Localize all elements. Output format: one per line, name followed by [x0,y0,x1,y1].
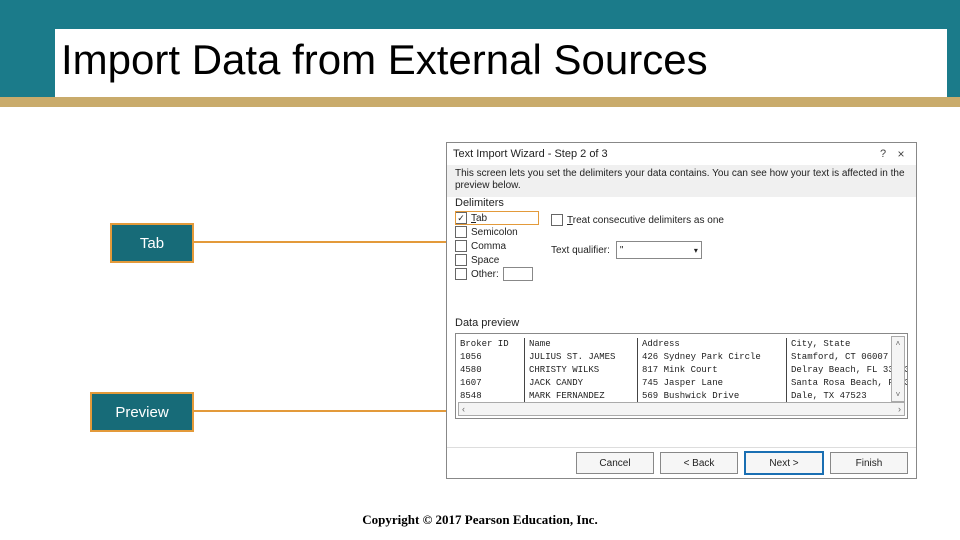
scroll-left-icon: ‹ [462,404,465,414]
scroll-down-icon: ˅ [896,390,901,399]
scroll-right-icon: › [898,404,901,414]
cancel-button[interactable]: Cancel [576,452,654,474]
delimiters-label: Delimiters [455,197,908,209]
dialog-body: Delimiters Tab Semicolon Comma [447,191,916,446]
close-icon[interactable]: × [892,147,910,161]
delimiter-tab-label: Tab [471,213,487,224]
scroll-up-icon: ˄ [896,339,901,348]
delimiter-extra-options: Treat consecutive delimiters as one Text… [551,213,891,259]
checkbox-icon [455,268,467,280]
checkbox-icon [455,240,467,252]
next-button[interactable]: Next > [744,451,824,475]
checkbox-icon [551,214,563,226]
data-preview-section: Data preview Broker ID Name Address City… [455,317,908,419]
text-import-wizard-dialog: Text Import Wizard - Step 2 of 3 ? × Thi… [446,142,917,479]
chevron-down-icon: ▾ [694,246,698,255]
delimiter-other-label: Other: [471,269,499,280]
data-preview-label: Data preview [455,317,908,329]
dialog-button-row: Cancel < Back Next > Finish [447,447,916,478]
dialog-title: Text Import Wizard - Step 2 of 3 [453,148,874,160]
title-bar: Import Data from External Sources [0,0,960,107]
delimiter-other-checkbox[interactable]: Other: [455,267,539,281]
table-row: 1607 JACK CANDY 745 Jasper Lane Santa Ro… [460,377,908,390]
preview-horizontal-scrollbar[interactable]: ‹ › [458,402,905,416]
delimiter-semicolon-checkbox[interactable]: Semicolon [455,225,539,239]
delimiter-space-label: Space [471,255,499,266]
delimiters-area: Tab Semicolon Comma Space [455,211,908,289]
delimiter-semicolon-label: Semicolon [471,227,518,238]
treat-consecutive-checkbox[interactable]: Treat consecutive delimiters as one [551,213,891,227]
leader-line-tab [192,241,446,243]
callout-preview: Preview [90,392,194,432]
title-underline-gold [0,97,960,107]
text-qualifier-value: " [620,245,624,256]
delimiter-other-input[interactable] [503,267,533,281]
data-preview-box: Broker ID Name Address City, State 1056 … [455,333,908,419]
slide-title: Import Data from External Sources [55,29,947,97]
col-header: Address [642,338,787,351]
delimiter-comma-label: Comma [471,241,506,252]
leader-line-preview [192,410,446,412]
table-row: 1056 JULIUS ST. JAMES 426 Sydney Park Ci… [460,351,908,364]
delimiter-space-checkbox[interactable]: Space [455,253,539,267]
help-icon[interactable]: ? [874,148,892,160]
text-qualifier-row: Text qualifier: " ▾ [551,241,891,259]
table-row: 4580 CHRISTY WILKS 817 Mink Court Delray… [460,364,908,377]
checkbox-icon [455,212,467,224]
col-header: Name [529,338,638,351]
preview-table: Broker ID Name Address City, State 1056 … [460,338,908,403]
text-qualifier-label: Text qualifier: [551,245,610,256]
preview-vertical-scrollbar[interactable]: ˄ ˅ [891,336,905,402]
col-header: Broker ID [460,338,525,351]
treat-consecutive-label: Treat consecutive delimiters as one [567,215,724,226]
copyright-text: Copyright © 2017 Pearson Education, Inc. [0,512,960,528]
text-qualifier-select[interactable]: " ▾ [616,241,702,259]
back-button[interactable]: < Back [660,452,738,474]
checkbox-icon [455,254,467,266]
checkbox-icon [455,226,467,238]
dialog-titlebar: Text Import Wizard - Step 2 of 3 ? × [447,143,916,166]
callout-tab: Tab [110,223,194,263]
delimiter-options: Tab Semicolon Comma Space [455,211,539,281]
finish-button[interactable]: Finish [830,452,908,474]
delimiter-tab-checkbox[interactable]: Tab [455,211,539,225]
delimiter-comma-checkbox[interactable]: Comma [455,239,539,253]
table-header-row: Broker ID Name Address City, State [460,338,908,351]
slide-root: Import Data from External Sources Tab Pr… [0,0,960,540]
